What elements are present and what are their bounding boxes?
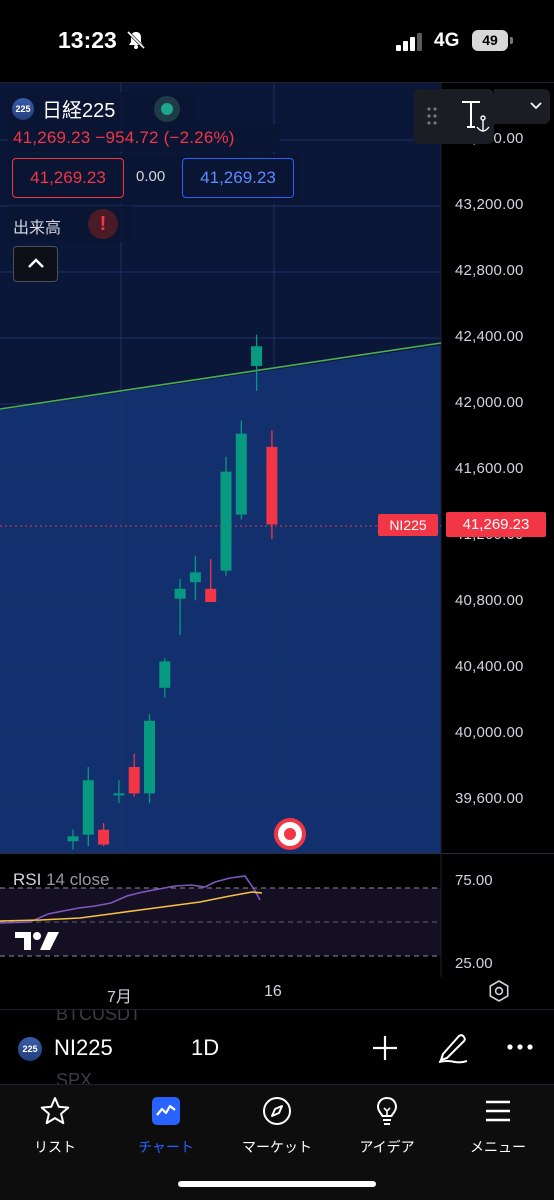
last-price-tag: 41,269.23 <box>446 512 546 537</box>
signal-icon <box>396 33 422 51</box>
candle-up <box>67 836 79 842</box>
volume-indicator-row[interactable]: 出来高 ! <box>8 206 132 242</box>
replay-button[interactable] <box>274 818 306 850</box>
bell-muted-icon <box>126 30 146 50</box>
spread-value: 0.00 <box>136 168 166 185</box>
star-icon <box>40 1097 70 1125</box>
rsi-title[interactable]: RSI 14 close <box>13 870 109 890</box>
price-change: 41,269.23 −954.72 (−2.26%) <box>13 128 235 147</box>
interval-selector[interactable]: 1D <box>191 1035 219 1061</box>
status-time: 13:23 <box>58 27 117 53</box>
ghost-symbol-top: BTCUSDT <box>56 1009 141 1024</box>
price-axis-label: 42,400.00 <box>455 328 524 345</box>
rsi-pane[interactable]: RSI 14 close 75.00 25.00 <box>0 853 554 978</box>
nav-ideas[interactable]: アイデア <box>337 1093 437 1163</box>
price-axis-label: 39,600.00 <box>455 790 524 807</box>
candle-up <box>82 780 94 835</box>
sell-button[interactable]: 41,269.23 <box>12 158 124 198</box>
candle-up <box>251 346 263 367</box>
candle-up <box>235 433 247 515</box>
time-label-16: 16 <box>264 983 282 1000</box>
buy-button[interactable]: 41,269.23 <box>182 158 294 198</box>
lightbulb-icon <box>376 1096 398 1125</box>
time-label-july: 7月 <box>107 989 132 1006</box>
status-bar: 13:23 4G 49 <box>0 0 554 82</box>
symbol-selector[interactable]: NI225 <box>54 1035 113 1061</box>
candle-up <box>174 588 186 599</box>
legend-change-row: 41,269.23 −954.72 (−2.26%) <box>8 124 280 152</box>
symbol-toolbar: BTCUSDT SPX 225 NI225 1D <box>0 1009 554 1084</box>
nav-label-chart: チャート <box>138 1139 194 1155</box>
candle-down <box>128 767 140 794</box>
nav-chart[interactable]: チャート <box>116 1093 216 1163</box>
chevron-up-icon <box>28 258 44 268</box>
network-label: 4G <box>434 30 460 51</box>
nav-label-ideas: アイデア <box>359 1139 415 1155</box>
nav-label-list: リスト <box>34 1139 76 1155</box>
rsi-params: 14 close <box>46 870 110 889</box>
nav-list[interactable]: リスト <box>5 1093 105 1163</box>
chevron-down-icon <box>530 102 542 110</box>
candle-up <box>220 471 232 571</box>
symbol-badge: 225 <box>12 98 34 120</box>
nav-market[interactable]: マーケット <box>227 1093 327 1163</box>
tool-dropdown[interactable] <box>494 89 550 124</box>
candle-down <box>98 829 110 845</box>
chart-icon <box>152 1097 180 1125</box>
candle-up <box>189 572 201 583</box>
nav-label-menu: メニュー <box>470 1139 526 1155</box>
collapse-legend-button[interactable] <box>13 246 58 282</box>
text-anchored-icon[interactable] <box>458 99 490 137</box>
nav-label-market: マーケット <box>242 1139 312 1155</box>
menu-icon <box>486 1100 510 1122</box>
rsi-level-lower: 25.00 <box>455 955 493 972</box>
toolbar-symbol-badge: 225 <box>18 1037 42 1061</box>
rsi-level-upper: 75.00 <box>455 872 493 889</box>
candle-down <box>205 588 217 602</box>
candle-up <box>144 720 155 794</box>
price-axis-label: 41,600.00 <box>455 460 524 477</box>
candle-down <box>266 446 278 525</box>
price-axis-label: 42,800.00 <box>455 262 524 279</box>
more-icon[interactable] <box>506 1042 534 1052</box>
drag-handle-icon[interactable] <box>426 106 438 126</box>
drawing-tool-float[interactable] <box>414 89 494 144</box>
legend-symbol-row[interactable]: 225 日経225 <box>8 92 196 124</box>
price-axis-label: 40,400.00 <box>455 658 524 675</box>
trendline-fill <box>0 345 441 855</box>
symbol-name[interactable]: 日経225 <box>42 94 115 123</box>
battery-icon: 49 <box>472 30 513 51</box>
nav-menu[interactable]: メニュー <box>448 1093 548 1163</box>
chart-settings-icon[interactable] <box>487 979 511 1003</box>
compass-icon <box>263 1097 291 1125</box>
market-open-icon <box>154 96 180 122</box>
price-axis-label: 43,200.00 <box>455 196 524 213</box>
price-axis-label: 40,800.00 <box>455 592 524 609</box>
plus-icon[interactable] <box>370 1033 400 1063</box>
last-price-symbol-tag: NI225 <box>378 514 438 536</box>
home-indicator <box>178 1181 376 1187</box>
tradingview-logo-icon <box>15 932 59 950</box>
price-axis-label: 40,000.00 <box>455 724 524 741</box>
ghost-symbol-bottom: SPX <box>56 1070 93 1084</box>
price-axis-label: 42,000.00 <box>455 394 524 411</box>
warning-icon[interactable]: ! <box>88 209 118 239</box>
candle-up <box>113 793 125 796</box>
candle-up <box>159 661 171 688</box>
trade-buttons-row: 41,269.23 0.00 41,269.23 <box>8 154 300 204</box>
rsi-name: RSI <box>13 870 42 889</box>
time-axis[interactable]: 7月 16 <box>0 977 554 1009</box>
volume-label: 出来高 <box>13 220 62 237</box>
pen-icon[interactable] <box>437 1030 469 1064</box>
